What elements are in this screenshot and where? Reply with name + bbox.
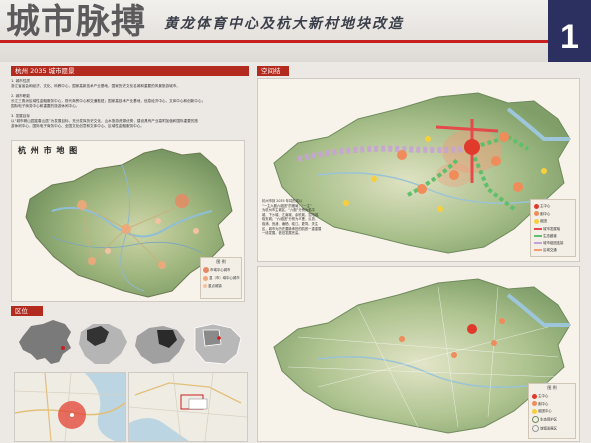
hangzhou-district-map [133,320,189,368]
legend-label: 区域交通 [543,247,557,252]
city-marker [121,224,131,234]
spatial-structure-map: 杭州市到 2035 年将形成以 “一主六副六组团”的格局，“一主” 为杭州市主城… [257,78,580,262]
legend-swatch [534,241,542,244]
legend-label: 县（市）域中心城市 [209,276,240,280]
legend-swatch [532,415,539,423]
legend-label: 副中心 [538,401,549,406]
legend-swatch [534,218,539,224]
page-number: 1 [548,0,591,62]
location-map-city [14,372,126,442]
structure-line: 一线发展，依旧发展完善。 [262,231,302,236]
hangzhou-map-title: 杭 州 市 地 图 [18,145,79,155]
section-header-vision: 杭州 2035 城市愿景 [11,66,249,76]
town-marker [105,248,111,254]
legend-label: 城市发展轴 [543,226,561,231]
legend-label: 重点城镇 [208,283,222,288]
legend-swatch [534,227,542,230]
legend-label: 城市组团连接 [543,240,564,245]
sub-center-marker [417,184,427,194]
urban-centers-legend: 图 例 主中心 副中心 组团中心 生态保护区 城镇发展区 [528,383,576,439]
legend-swatch [534,211,539,216]
sub-center-marker [397,150,407,160]
legend-label: 市域中心城市 [210,268,231,272]
city-marker [88,257,96,265]
sub-center-marker [491,156,501,166]
legend-swatch [203,283,207,288]
hangzhou-map: 杭 州 市 地 图 图 例 市域中心城市 县（市）域中心城市 重点城镇 [11,140,245,302]
hangzhou-map-legend: 图 例 市域中心城市 县（市）域中心城市 重点城镇 [200,257,242,299]
sub-center-marker [399,336,405,342]
legend-title: 图 例 [216,259,226,264]
structure-description: 杭州市到 2035 年将形成以 “一主六副六组团”的格局，“一主” 为杭州市主城… [262,199,344,236]
legend-title: 图 例 [547,385,557,390]
sub-center-marker [499,132,509,142]
legend-swatch [534,248,542,251]
china-map [17,318,75,368]
legend-swatch [534,234,542,237]
vision-line: 国际电子商务中心和重要的旅游休闲中心。 [11,104,80,108]
legend-label: 生态保护区 [540,417,558,421]
legend-swatch [532,408,537,414]
vision-line: 游休闲中心、国际电子商务中心、全国文化创意和文体中心、区域性金融服务中心。 [11,124,144,128]
city-marker [175,194,189,208]
structure-legend: 主中心 副中心 组团 城市发展轴 生态廊道 城市组团连接 区域交通 [530,199,576,257]
legend-label: 主中心 [540,204,551,208]
section-header-location: 区位 [11,306,43,316]
legend-swatch [534,203,539,209]
main-center-marker [467,324,477,334]
legend-label: 组团 [540,219,547,223]
main-center-marker [464,139,480,155]
legend-label: 主中心 [538,394,549,398]
location-map-site [128,372,248,442]
urban-district-map [191,320,245,368]
legend-swatch [532,401,537,406]
sub-center-marker [449,170,459,180]
page-subtitle: 黄龙体育中心及杭大新村地块改造 [164,16,404,32]
zhejiang-map [75,320,133,368]
section-title-location: 区位 [15,307,28,315]
town-marker [193,228,199,234]
sub-center-marker [491,340,497,346]
header-divider [0,40,548,43]
cluster-marker [371,176,377,182]
sub-center-marker [513,182,523,192]
cluster-marker [541,168,547,174]
cluster-marker [425,136,431,142]
legend-label: 生态廊道 [543,233,557,238]
vision-line: 浙江省省会和经济、文化、科教中心，国家高新技术产业基地，国家历史文化名城和重要的… [11,84,180,88]
cluster-marker [437,206,443,212]
town-marker [155,218,161,224]
section-title-vision: 杭州 2035 城市愿景 [15,67,75,75]
legend-label: 副中心 [540,211,551,216]
page-title: 城市脉搏 [6,2,146,42]
urban-centers-map: 图 例 主中心 副中心 组团中心 生态保护区 城镇发展区 [257,266,580,442]
sub-center-marker [499,318,505,324]
legend-swatch [203,267,209,273]
legend-label: 组团中心 [538,409,552,413]
legend-swatch [203,275,208,281]
section-header-structure: 空间结构 [257,66,289,85]
city-marker [158,261,166,269]
legend-swatch [532,393,537,399]
city-marker [77,200,87,210]
legend-label: 城镇发展区 [540,426,558,430]
vision-text: 1. 城市性质 浙江省省会和经济、文化、科教中心，国家高新技术产业基地，国家历史… [11,79,245,129]
sub-center-marker [451,352,457,358]
legend-swatch [532,424,539,432]
